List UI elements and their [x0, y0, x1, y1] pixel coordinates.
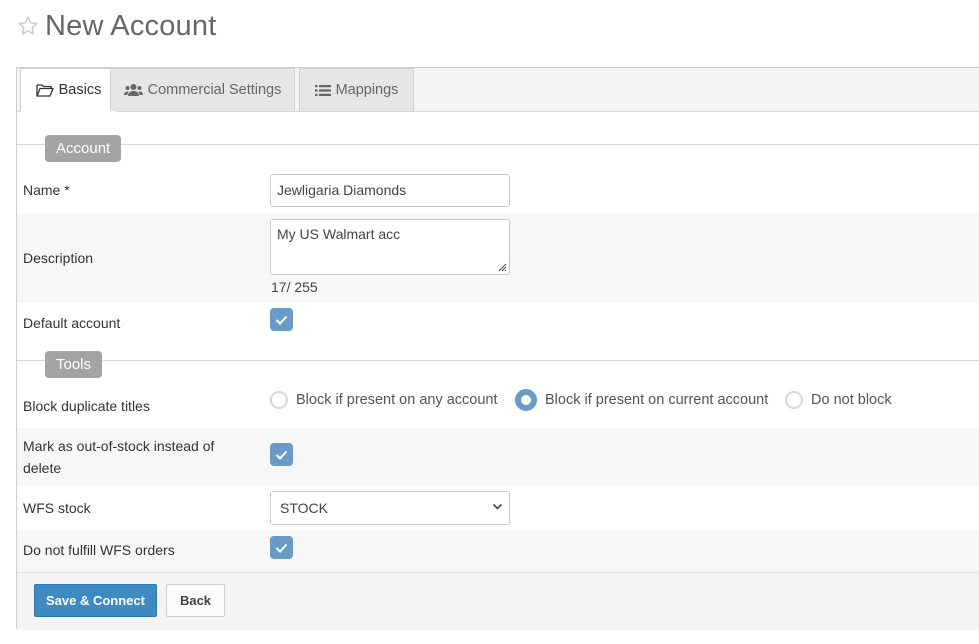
description-value: My US Walmart acc	[277, 226, 401, 242]
name-label: Name *	[23, 182, 70, 198]
radio-label: Block if present on any account	[296, 392, 498, 408]
mark-oos-label-line1: Mark as out-of-stock instead of	[23, 438, 215, 454]
wfs-stock-value: STOCK	[280, 500, 328, 516]
tab-bar: Basics Commercial Settings Mappings	[17, 68, 979, 112]
account-form-panel: Basics Commercial Settings Mappings Acco…	[16, 67, 979, 630]
no-fulfill-wfs-checkbox[interactable]	[270, 536, 293, 559]
tools-legend: Tools	[45, 351, 103, 378]
description-textarea[interactable]: My US Walmart acc	[270, 219, 510, 275]
name-row: Name * Jewligaria Diamonds	[17, 168, 979, 213]
radio-do-not-block[interactable]: Do not block	[785, 389, 892, 411]
folder-open-icon	[35, 84, 54, 97]
account-legend: Account	[45, 135, 122, 162]
check-icon	[275, 543, 288, 553]
tab-commercial-settings[interactable]: Commercial Settings	[110, 68, 295, 111]
default-account-checkbox[interactable]	[270, 308, 293, 331]
radio-circle[interactable]	[785, 391, 803, 409]
no-fulfill-wfs-label: Do not fulfill WFS orders	[23, 542, 175, 558]
name-input[interactable]: Jewligaria Diamonds	[270, 174, 510, 207]
wfs-stock-row: WFS stock STOCK	[17, 486, 979, 530]
tab-mappings[interactable]: Mappings	[299, 68, 414, 111]
no-fulfill-wfs-row: Do not fulfill WFS orders	[17, 530, 979, 572]
users-icon	[123, 84, 143, 96]
save-and-connect-button[interactable]: Save & Connect	[34, 584, 157, 617]
default-account-label: Default account	[23, 315, 121, 331]
radio-block-any-account[interactable]: Block if present on any account	[270, 389, 498, 411]
radio-circle[interactable]	[270, 391, 288, 409]
mark-oos-label-line2: delete	[23, 460, 62, 476]
description-char-counter: 17/ 255	[271, 279, 318, 295]
wfs-stock-select[interactable]: STOCK	[270, 491, 510, 525]
radio-block-current-account[interactable]: Block if present on current account	[515, 389, 768, 411]
radio-label: Block if present on current account	[545, 392, 769, 408]
page-title: New Account	[45, 9, 217, 42]
tab-commercial-label: Commercial Settings	[147, 82, 282, 98]
check-icon	[275, 315, 288, 325]
block-duplicates-label: Block duplicate titles	[23, 398, 150, 414]
description-row: Description My US Walmart acc 17/ 255	[17, 213, 979, 303]
radio-label: Do not block	[811, 392, 892, 408]
description-label: Description	[23, 250, 94, 266]
resize-handle-icon[interactable]	[498, 263, 507, 272]
page-header: New Account	[17, 6, 216, 46]
tab-basics-label: Basics	[58, 82, 102, 98]
section-divider	[17, 360, 979, 361]
mark-oos-checkbox[interactable]	[270, 443, 293, 466]
form-footer: Save & Connect Back	[17, 572, 979, 630]
list-icon	[314, 84, 331, 96]
tab-mappings-label: Mappings	[335, 82, 399, 98]
wfs-stock-label: WFS stock	[23, 500, 91, 516]
section-divider	[17, 144, 979, 145]
check-icon	[275, 450, 288, 460]
chevron-down-icon	[492, 503, 503, 510]
default-account-row: Default account	[17, 303, 979, 360]
radio-circle-selected[interactable]	[515, 389, 537, 411]
star-icon[interactable]	[17, 15, 39, 37]
back-button[interactable]: Back	[166, 584, 225, 617]
tab-basics[interactable]: Basics	[20, 68, 117, 112]
block-duplicates-row: Block duplicate titles Block if present …	[17, 380, 979, 428]
mark-oos-row: Mark as out-of-stock instead of delete	[17, 428, 979, 486]
